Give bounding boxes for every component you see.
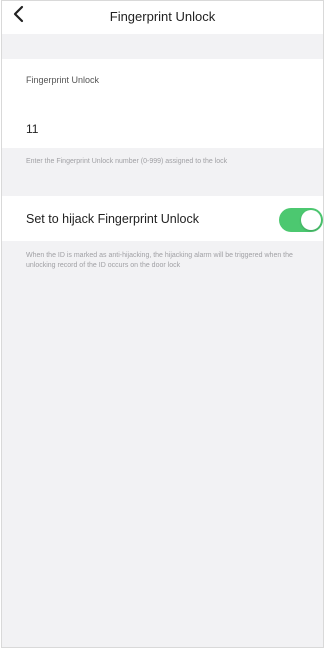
- fingerprint-card: Fingerprint Unlock: [2, 59, 323, 148]
- toggle-knob: [301, 210, 321, 230]
- hijack-card: Set to hijack Fingerprint Unlock: [2, 196, 323, 241]
- fingerprint-hint: Enter the Fingerprint Unlock number (0-9…: [26, 158, 228, 165]
- hijack-label: Set to hijack Fingerprint Unlock: [26, 212, 199, 226]
- section-spacer: [2, 34, 323, 59]
- nav-bar: Fingerprint Unlock: [2, 1, 323, 34]
- fingerprint-label: Fingerprint Unlock: [26, 75, 100, 85]
- fingerprint-number-input[interactable]: [26, 122, 226, 136]
- hijack-hint: When the ID is marked as anti-hijacking,…: [26, 252, 293, 269]
- page-title: Fingerprint Unlock: [109, 9, 216, 24]
- hijack-toggle[interactable]: [279, 208, 323, 232]
- screen: Fingerprint Unlock Fingerprint Unlock En…: [1, 0, 324, 648]
